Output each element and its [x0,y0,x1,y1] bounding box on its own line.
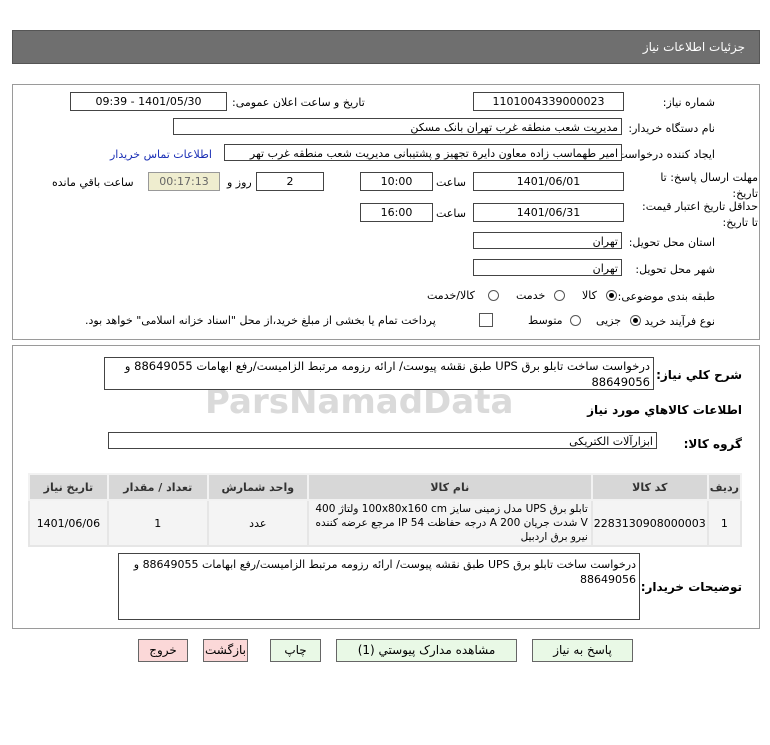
page-title: جزئیات اطلاعات نیاز [642,40,745,54]
province-label: استان محل تحویل: [628,236,715,249]
exit-button[interactable]: خروج [138,639,188,662]
need-number-field: 1101004339000023 [473,92,624,111]
cell-unit: عدد [206,499,309,547]
buyer-notes-field: درخواست ساخت تابلو برق UPS طبق نقشه پیوس… [118,553,640,620]
category-label: طبقه بندی موضوعی: [617,290,715,303]
buyer-contact-link[interactable]: اطلاعات تماس خریدار [110,148,212,161]
goods-table: ردیف کد کالا نام کالا واحد شمارش تعداد /… [28,473,743,547]
need-number-label: شماره نیاز: [662,96,715,109]
cell-date: 1401/06/06 [28,499,109,547]
col-name: نام کالا [306,473,593,501]
category-radio-service[interactable] [554,290,565,301]
deadline-date-field: 1401/06/01 [473,172,624,191]
announce-label: تاریخ و ساعت اعلان عمومی: [232,96,365,109]
category-option-service-label: خدمت [516,289,546,302]
goods-heading: اطلاعات کالاهاي مورد نياز [587,403,742,417]
deadline-time-field: 10:00 [360,172,433,191]
page: جزئیات اطلاعات نیاز شماره نیاز: 11010043… [0,0,770,745]
table-row: 1 2283130908000003 تابلو برق UPS مدل زمی… [28,499,743,547]
table-header-row: ردیف کد کالا نام کالا واحد شمارش تعداد /… [28,473,743,501]
col-unit: واحد شمارش [206,473,309,501]
category-option-goods-label: کالا [582,289,597,302]
creator-field: امیر طهماسب زاده معاون دایرة تجهیز و پشت… [224,144,622,161]
treasury-payment-note: پرداخت تمام یا بخشی از مبلغ خرید،از محل … [85,314,436,327]
validity-time-field: 16:00 [360,203,433,222]
goods-group-label: گروه کالا: [683,437,742,451]
process-label: نوع فرآیند خرید : [637,315,715,328]
print-button[interactable]: چاپ [270,639,321,662]
validity-date-field: 1401/06/31 [473,203,624,222]
countdown-field: 00:17:13 [148,172,220,191]
city-field: تهران [473,259,622,276]
city-label: شهر محل تحویل: [635,263,715,276]
buyer-label: نام دستگاه خریدار: [628,122,715,135]
col-code: کد کالا [590,473,709,501]
process-option-minor-label: جزیی [596,314,622,327]
days-label: روز و [227,176,252,189]
cell-qty: 1 [106,499,209,547]
validity-label: حداقل تاریخ اعتبار قیمت: تا تاریخ: [642,200,758,229]
deadline-label: مهلت ارسال پاسخ: تا تاریخ: [660,171,758,200]
treasury-payment-checkbox[interactable] [479,313,493,327]
announce-field: 1401/05/30 - 09:39 [70,92,227,111]
category-option-goods-service-label: کالا/خدمت [427,289,475,302]
remaining-label: ساعت باقي مانده [52,176,134,189]
reply-button[interactable]: پاسخ به نیاز [532,639,633,662]
creator-label: ایجاد کننده درخواست: [613,148,715,161]
province-field: تهران [473,232,622,249]
category-radio-goods[interactable] [606,290,617,301]
cell-code: 2283130908000003 [590,499,709,547]
buyer-notes-label: توضیحات خریدار: [640,580,742,594]
validity-time-label: ساعت [436,207,466,220]
deadline-time-label: ساعت [436,176,466,189]
cell-row: 1 [706,499,743,547]
summary-label: شرح کلي نياز: [656,368,742,382]
summary-field: درخواست ساخت تابلو برق UPS طبق نقشه پیوس… [104,357,654,390]
goods-group-field: ابزارآلات الکتریکی [108,432,657,449]
buyer-field: مدیریت شعب منطقه غرب تهران بانک مسکن [173,118,622,135]
category-radio-goods-service[interactable] [488,290,499,301]
cell-name: تابلو برق UPS مدل زمینی سایز 100x80x160 … [306,499,593,547]
back-button[interactable]: بازگشت [203,639,248,662]
process-option-medium-label: متوسط [528,314,563,327]
days-field: 2 [256,172,324,191]
col-date: تاریخ نیاز [28,473,109,501]
view-attachments-button[interactable]: مشاهده مدارک پیوستي (1) [336,639,517,662]
process-radio-minor[interactable] [630,315,641,326]
process-radio-medium[interactable] [570,315,581,326]
page-header: جزئیات اطلاعات نیاز [12,30,760,64]
col-qty: تعداد / مقدار [106,473,209,501]
col-row: ردیف [706,473,743,501]
